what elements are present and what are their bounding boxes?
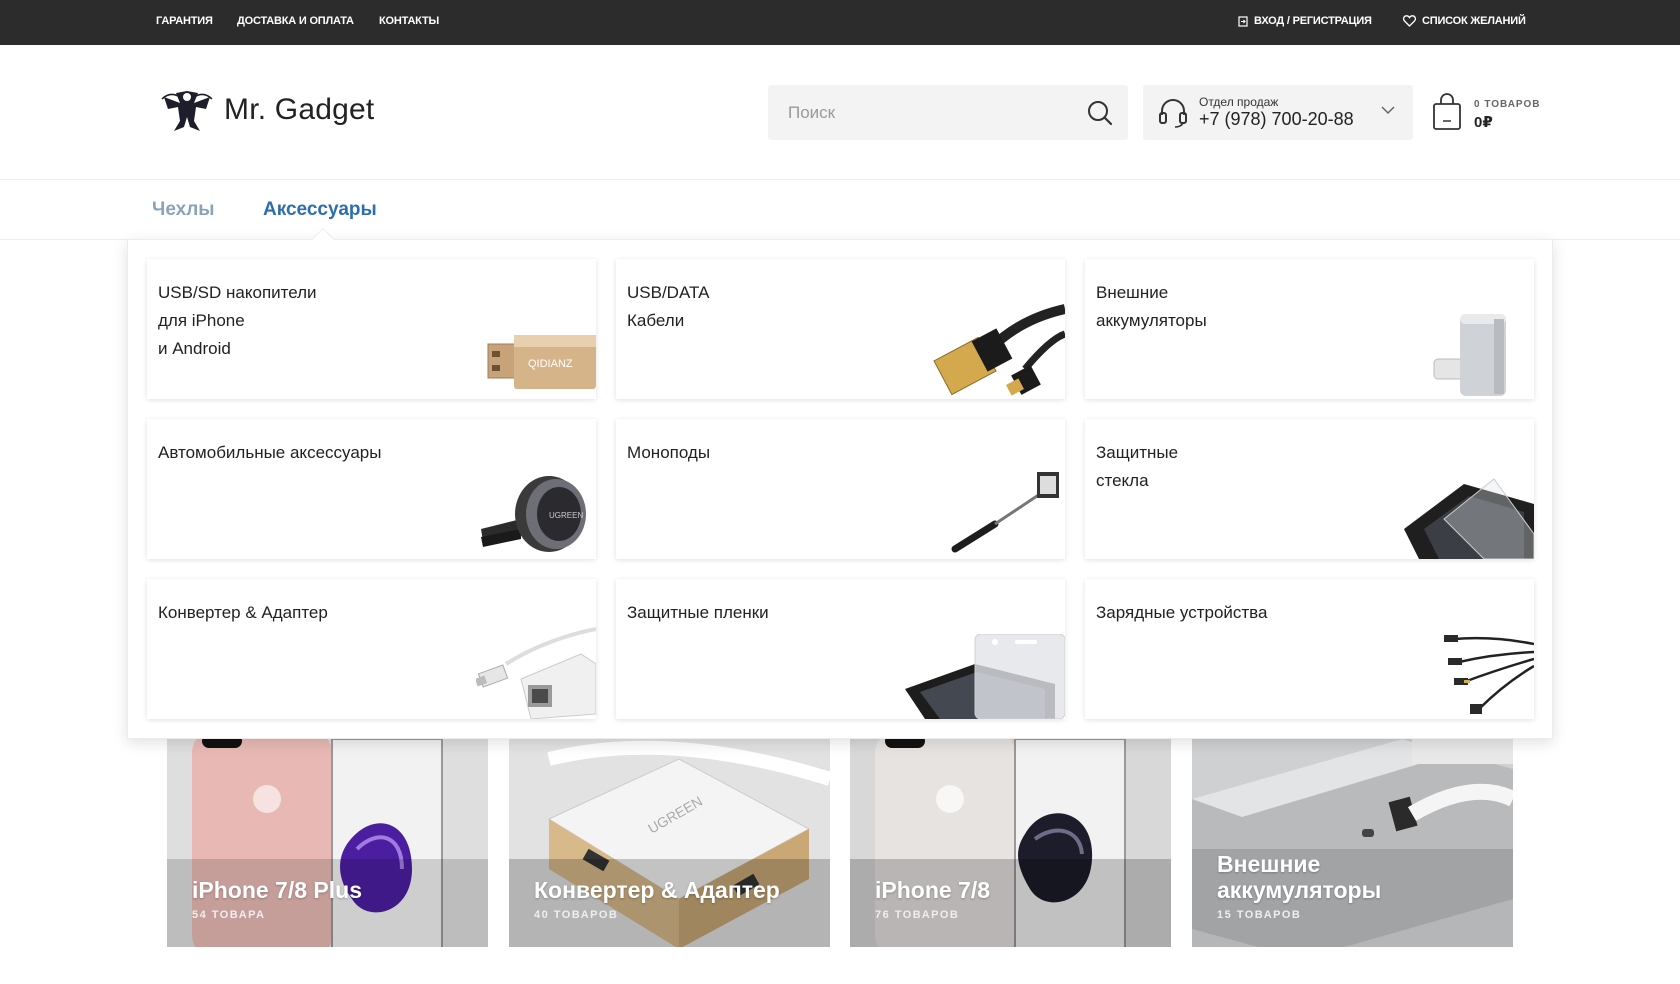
login-label: ВХОД / РЕГИСТРАЦИЯ — [1254, 15, 1372, 27]
nav-link-contacts[interactable]: КОНТАКТЫ — [379, 15, 439, 27]
cart-sum: 0₽ — [1474, 114, 1493, 131]
usb-cable-icon — [933, 304, 1065, 396]
wishlist-label: СПИСОК ЖЕЛАНИЙ — [1422, 15, 1526, 27]
menu-card-label: Внешние аккумуляторы — [1096, 283, 1207, 330]
logo-icon — [161, 91, 213, 131]
menu-card-label: Защитные пленки — [627, 603, 769, 622]
heart-icon — [1403, 15, 1416, 28]
menu-card-adapters[interactable]: Конвертер & Адаптер — [147, 579, 596, 719]
screen-glass-icon — [1404, 478, 1534, 559]
logo[interactable]: Mr. Gadget — [160, 87, 374, 133]
search-icon[interactable] — [1086, 99, 1114, 127]
menu-card-usb-data[interactable]: USB/DATA Кабели — [616, 259, 1065, 399]
screen-film-icon — [905, 634, 1065, 719]
phone-dropdown[interactable]: Отдел продаж +7 (978) 700-20-88 — [1143, 85, 1413, 140]
shopping-bag-icon — [1433, 93, 1461, 130]
login-link[interactable]: ВХОД / РЕГИСТРАЦИЯ — [1238, 15, 1372, 27]
menu-card-screen-film[interactable]: Защитные пленки — [616, 579, 1065, 719]
category-nav: Чехлы Аксессуары — [0, 180, 1680, 240]
phone-label: Отдел продаж — [1199, 95, 1279, 109]
login-icon — [1238, 15, 1248, 27]
tile-title: Внешние аккумуляторы — [1217, 851, 1382, 903]
category-tiles: iPhone 7/8 Plus 54 ТОВАРА UGREEN Конверт… — [167, 739, 1513, 947]
wishlist-link[interactable]: СПИСОК ЖЕЛАНИЙ — [1403, 15, 1526, 28]
dropdown-caret — [312, 229, 334, 240]
tab-accessories[interactable]: Аксессуары — [263, 199, 377, 221]
power-bank-icon — [1433, 314, 1506, 396]
charger-cables-icon — [1444, 635, 1534, 714]
nav-link-guarantee[interactable]: ГАРАНТИЯ — [156, 15, 213, 27]
tile-title: iPhone 7/8 — [875, 877, 991, 903]
chevron-down-icon — [1381, 106, 1395, 115]
nav-link-delivery[interactable]: ДОСТАВКА И ОПЛАТА — [237, 15, 354, 27]
tile-title: Конвертер & Адаптер — [534, 877, 780, 903]
tile-adapters[interactable]: UGREEN Конвертер & Адаптер 40 ТОВАРОВ — [509, 739, 830, 947]
menu-card-usb-sd[interactable]: USB/SD накопители для iPhone и Android Q… — [147, 259, 596, 399]
tab-cases[interactable]: Чехлы — [152, 199, 215, 221]
top-bar: ГАРАНТИЯ ДОСТАВКА И ОПЛАТА КОНТАКТЫ ВХОД… — [0, 0, 1680, 45]
menu-card-car-accessories[interactable]: Автомобильные аксессуары UGREEN — [147, 419, 596, 559]
menu-card-label: USB/SD накопители для iPhone и Android — [158, 283, 317, 358]
adapter-icon — [476, 627, 596, 719]
search-input[interactable] — [768, 85, 1068, 140]
headset-icon — [1159, 99, 1187, 128]
svg-text:QIDIANZ: QIDIANZ — [528, 358, 573, 370]
menu-card-label: Автомобильные аксессуары — [158, 443, 382, 462]
tile-title: iPhone 7/8 Plus — [192, 877, 362, 903]
tile-count: 40 ТОВАРОВ — [534, 909, 619, 921]
menu-card-label: Конвертер & Адаптер — [158, 603, 328, 622]
logo-text: Mr. Gadget — [224, 93, 375, 126]
menu-card-label: USB/DATA Кабели — [627, 283, 710, 330]
cart[interactable]: 0 ТОВАРОВ 0₽ — [1432, 93, 1542, 135]
header: Mr. Gadget Отдел продаж +7 (978) 700-20-… — [0, 45, 1680, 180]
tile-iphone-7-8[interactable]: iPhone 7/8 76 ТОВАРОВ — [850, 739, 1171, 947]
cart-count: 0 ТОВАРОВ — [1474, 99, 1541, 110]
selfie-stick-icon — [951, 472, 1059, 553]
tile-count: 76 ТОВАРОВ — [875, 909, 960, 921]
menu-card-label: Зарядные устройства — [1096, 603, 1268, 622]
menu-card-monopods[interactable]: Моноподы — [616, 419, 1065, 559]
accessories-dropdown: USB/SD накопители для iPhone и Android Q… — [127, 239, 1553, 739]
tile-count: 15 ТОВАРОВ — [1217, 909, 1302, 921]
menu-card-power-banks[interactable]: Внешние аккумуляторы — [1085, 259, 1534, 399]
menu-card-screen-glass[interactable]: Защитные стекла — [1085, 419, 1534, 559]
menu-card-label: Защитные стекла — [1096, 443, 1179, 490]
usb-flash-icon: QIDIANZ — [487, 335, 596, 389]
search-box — [768, 85, 1128, 140]
svg-text:UGREEN: UGREEN — [549, 511, 583, 520]
phone-number: +7 (978) 700-20-88 — [1199, 109, 1354, 129]
tile-iphone-7-8-plus[interactable]: iPhone 7/8 Plus 54 ТОВАРА — [167, 739, 488, 947]
tile-count: 54 ТОВАРА — [192, 909, 266, 921]
menu-card-chargers[interactable]: Зарядные устройства — [1085, 579, 1534, 719]
menu-card-label: Моноподы — [627, 443, 711, 462]
car-mount-icon: UGREEN — [481, 476, 586, 552]
tile-power-banks[interactable]: Внешние аккумуляторы 15 ТОВАРОВ — [1192, 739, 1513, 947]
